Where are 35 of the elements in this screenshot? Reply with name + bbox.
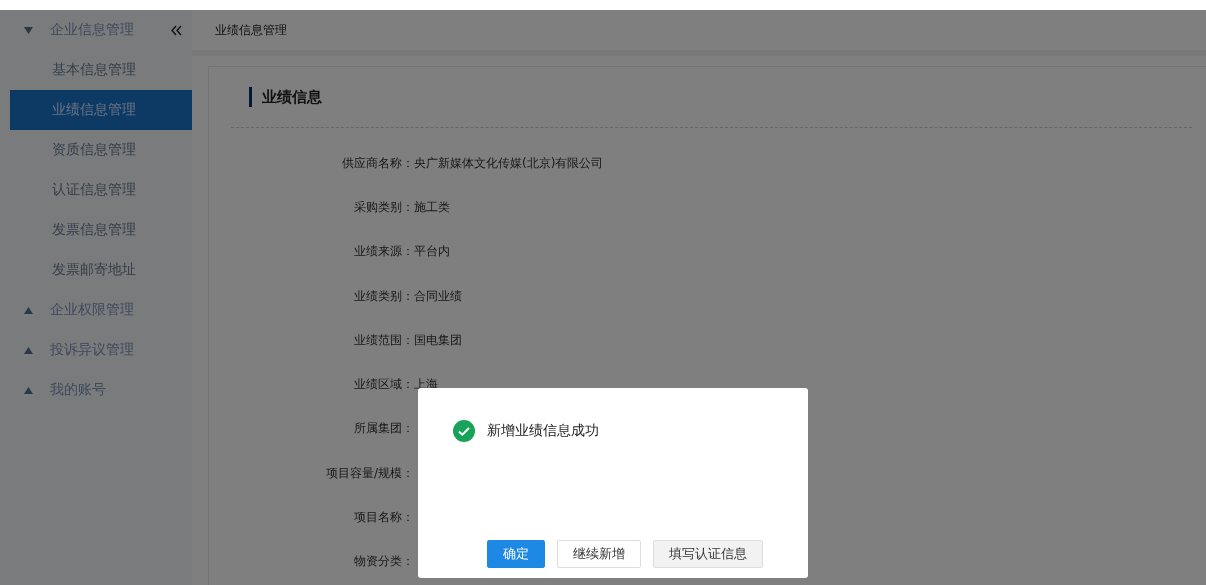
caret-up-icon[interactable] bbox=[24, 386, 33, 394]
breadcrumb: 业绩信息管理 bbox=[215, 21, 287, 39]
sidebar-item[interactable]: 业绩信息管理 bbox=[10, 90, 192, 130]
sidebar-item[interactable]: 基本信息管理 bbox=[10, 50, 192, 90]
sidebar-item[interactable]: 资质信息管理 bbox=[10, 130, 192, 170]
sidebar-item[interactable]: 发票邮寄地址 bbox=[10, 250, 192, 290]
sidebar-item[interactable]: 发票信息管理 bbox=[10, 210, 192, 250]
field-label: 项目容量/规模： bbox=[324, 464, 414, 482]
field-label: 所属集团： bbox=[353, 420, 414, 438]
caret-up-icon[interactable] bbox=[24, 346, 33, 354]
dialog-message: 新增业绩信息成功 bbox=[487, 422, 599, 440]
caret-down-icon[interactable] bbox=[24, 26, 33, 34]
sidebar-item[interactable]: 认证信息管理 bbox=[10, 170, 192, 210]
field-label: 项目名称： bbox=[353, 509, 414, 526]
success-check-icon bbox=[453, 420, 475, 442]
sidebar-group[interactable]: 我的账号 bbox=[50, 381, 192, 399]
caret-up-icon[interactable] bbox=[24, 306, 33, 314]
field-value: 平台内 bbox=[414, 243, 450, 261]
dialog-button[interactable]: 继续新增 bbox=[557, 540, 641, 568]
field-label: 物资分类： bbox=[353, 553, 414, 571]
field-label: 供应商名称： bbox=[341, 154, 414, 172]
field-label: 业绩区域： bbox=[353, 376, 414, 394]
section-title: 业绩信息 bbox=[262, 87, 322, 107]
field-value: 合同业绩 bbox=[414, 287, 462, 305]
field-label: 业绩来源： bbox=[353, 243, 414, 261]
field-label: 业绩类别： bbox=[353, 287, 414, 305]
double-chevron-left-icon[interactable] bbox=[171, 24, 182, 36]
field-label: 业绩范围： bbox=[353, 331, 414, 349]
dialog-button[interactable]: 填写认证信息 bbox=[653, 540, 763, 568]
dialog-button[interactable]: 确定 bbox=[487, 540, 545, 568]
field-value: 央广新媒体文化传媒(北京)有限公司 bbox=[414, 154, 604, 172]
field-value: 国电集团 bbox=[414, 331, 462, 349]
title-accent-bar bbox=[249, 87, 252, 107]
field-label: 采购类别： bbox=[353, 198, 414, 216]
field-value: 施工类 bbox=[414, 198, 450, 216]
